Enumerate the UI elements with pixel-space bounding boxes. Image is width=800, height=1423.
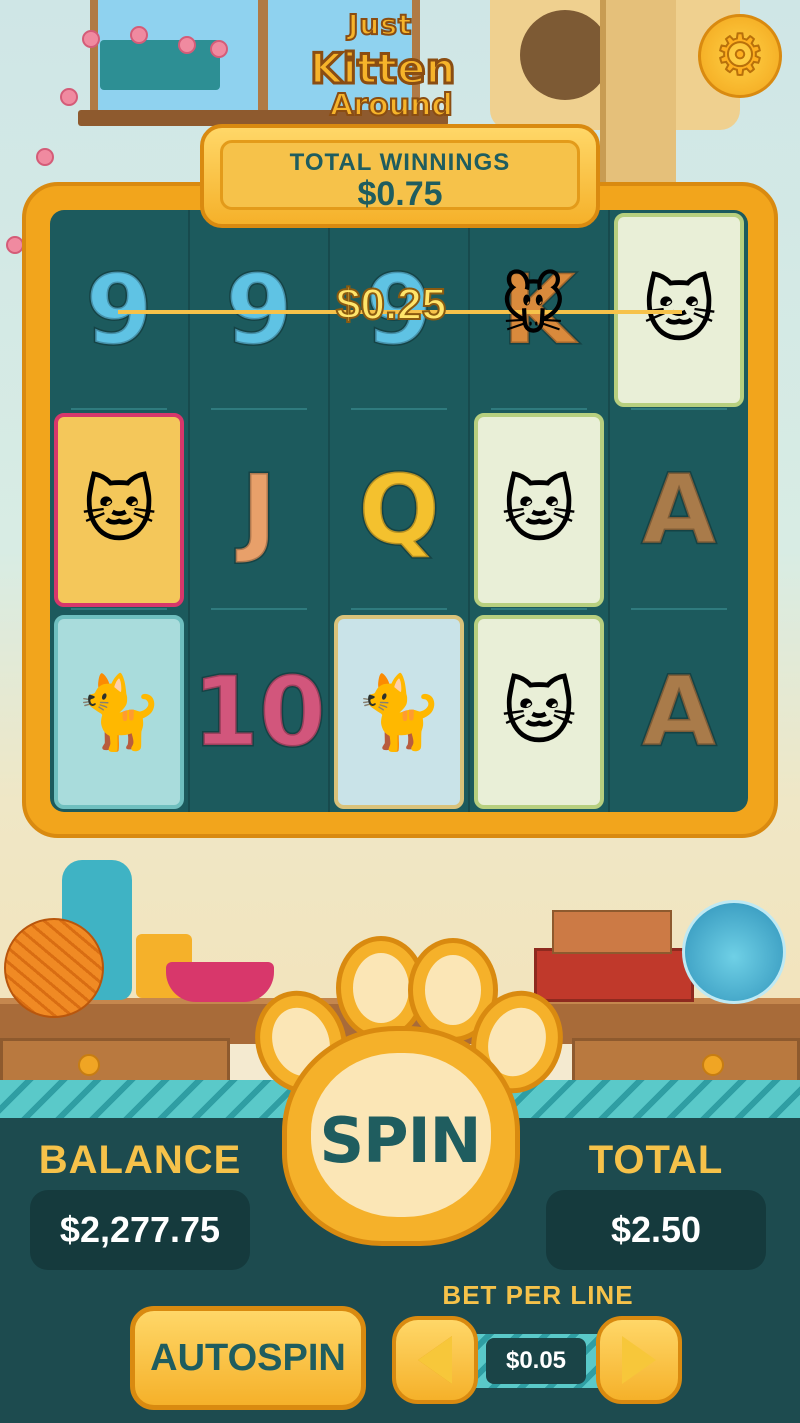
- reel-symbol: 10: [190, 612, 328, 812]
- rose-decoration: [210, 40, 228, 58]
- rose-decoration: [36, 148, 54, 166]
- cat-icon: 🐱: [81, 468, 157, 552]
- cat-icon: 🐈: [354, 669, 444, 754]
- fishbowl-icon: [682, 900, 786, 1004]
- symbol-q: Q: [357, 454, 442, 566]
- reel-divider: [491, 608, 587, 610]
- reel-symbol: Q: [330, 410, 468, 610]
- symbol-10: 10: [191, 656, 328, 768]
- symbol-j: J: [240, 454, 279, 566]
- balance-value: $2,277.75: [30, 1190, 250, 1270]
- reel-symbol: 🐱: [470, 410, 608, 610]
- reel-column: 9 🐱 🐈: [50, 210, 190, 812]
- reel-symbol: J: [190, 410, 328, 610]
- symbol-a: A: [640, 454, 717, 566]
- drawer-left: [0, 1038, 230, 1086]
- reel-divider: [351, 608, 447, 610]
- rose-decoration: [130, 26, 148, 44]
- ragdoll-cat-icon: 🐱: [474, 615, 604, 809]
- increase-bet-button[interactable]: [596, 1316, 682, 1404]
- flower-planter: [100, 40, 220, 90]
- logo-line-1: Just: [347, 7, 413, 42]
- reel-symbol: A: [610, 410, 748, 610]
- ragdoll-cat-icon: 🐱: [474, 413, 604, 607]
- decrease-bet-button[interactable]: [392, 1316, 478, 1404]
- autospin-button[interactable]: AUTOSPIN: [130, 1306, 366, 1410]
- gear-icon: ⚙: [714, 23, 766, 88]
- arrow-right-icon: [622, 1336, 656, 1384]
- cat-icon: 🐈: [74, 669, 164, 754]
- reel-symbol: 🐱: [50, 410, 188, 610]
- cardboard-box: [552, 910, 672, 954]
- siamese-cat-icon: 🐈: [54, 615, 184, 809]
- logo-line-2: Kitten: [308, 43, 456, 95]
- reel-symbol: 🐱: [470, 612, 608, 812]
- reel-symbol: 🐈: [330, 612, 468, 812]
- tabby-cat-icon: 🐈: [334, 615, 464, 809]
- reel-column: 9 J 10: [190, 210, 330, 812]
- reel-divider: [71, 608, 167, 610]
- total-bet-value: $2.50: [546, 1190, 766, 1270]
- cat-tree-hole: [520, 10, 610, 100]
- drawer-right: [572, 1038, 800, 1086]
- total-winnings-amount: $0.75: [357, 175, 443, 213]
- spin-button[interactable]: SPIN: [300, 1090, 500, 1190]
- reel-symbol: A: [610, 612, 748, 812]
- bet-per-line-value: $0.05: [486, 1338, 586, 1384]
- rose-decoration: [60, 88, 78, 106]
- symbol-a: A: [640, 656, 717, 768]
- logo-line-3: Around: [329, 87, 454, 124]
- reel-column: 🐱 A A: [610, 210, 748, 812]
- arrow-left-icon: [418, 1336, 452, 1384]
- cat-icon: 🐱: [501, 468, 577, 552]
- rose-decoration: [178, 36, 196, 54]
- game-scene: Just Kitten Around ⚙ 9 🐱 🐈 9 J 10 9 Q 🐈 K 🐱 🐱 🐱 A A $0…: [0, 0, 800, 1423]
- game-logo: Just Kitten Around: [308, 7, 490, 128]
- mouse-icon: 🐭: [500, 270, 567, 344]
- line-win-amount: $0.25: [335, 279, 447, 330]
- balance-label: BALANCE: [38, 1138, 242, 1182]
- drawer-knob: [78, 1054, 100, 1076]
- total-winnings-banner: TOTAL WINNINGS $0.75: [200, 124, 600, 228]
- calico-cat-icon: 🐱: [54, 413, 184, 607]
- bet-per-line-label: BET PER LINE: [442, 1280, 634, 1310]
- rose-decoration: [82, 30, 100, 48]
- drawer-knob: [702, 1054, 724, 1076]
- settings-button[interactable]: ⚙: [698, 14, 782, 98]
- reel-divider: [631, 608, 727, 610]
- reel-symbol: 🐈: [50, 612, 188, 812]
- cat-icon: 🐱: [501, 670, 577, 754]
- total-winnings-label: TOTAL WINNINGS: [289, 149, 511, 176]
- yarn-ball-icon: [4, 918, 104, 1018]
- reel-divider: [211, 608, 307, 610]
